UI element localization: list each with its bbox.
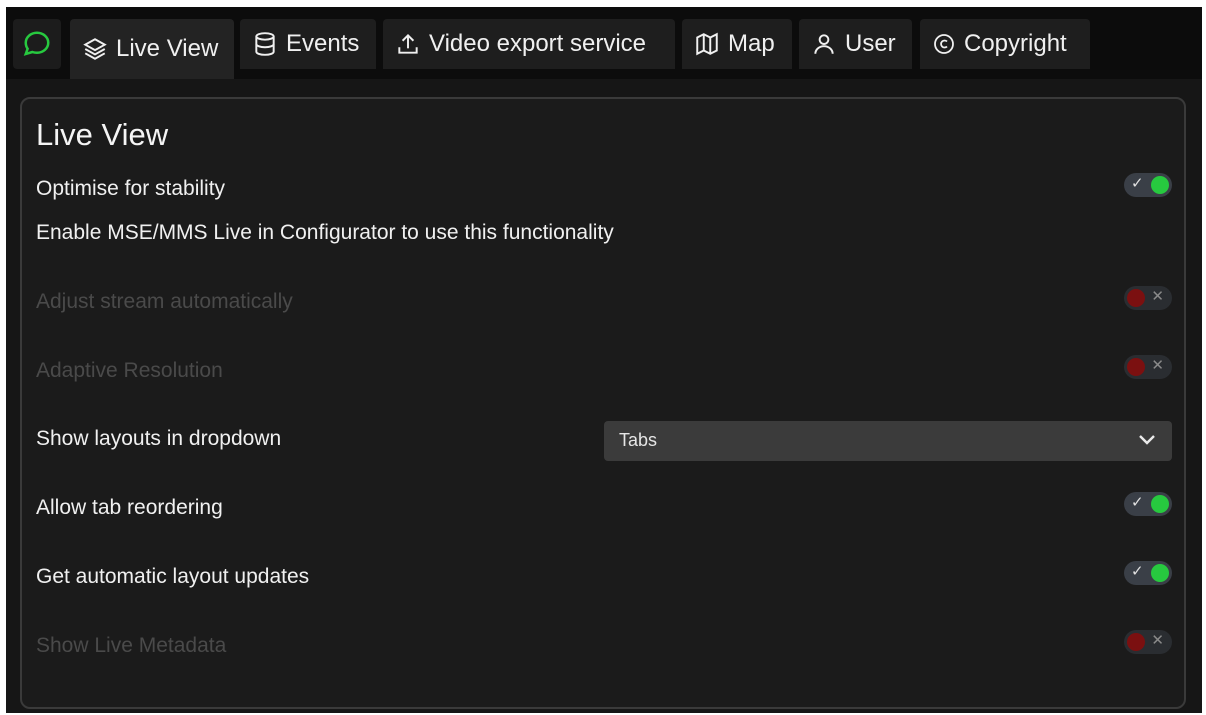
cross-icon: ✕ (1151, 288, 1164, 305)
app-window: Live View Events Video export service Ma… (6, 7, 1202, 713)
tab-map[interactable]: Map (682, 19, 792, 69)
cross-icon: ✕ (1151, 632, 1164, 649)
toggle-knob (1127, 289, 1145, 307)
tab-copyright[interactable]: Copyright (920, 19, 1090, 69)
toggle-knob (1151, 495, 1169, 513)
toggle-knob (1127, 633, 1145, 651)
layers-icon (83, 38, 107, 60)
toggle-allow-tab-reordering[interactable]: ✓ (1124, 492, 1172, 516)
map-icon (696, 32, 718, 56)
check-icon: ✓ (1131, 175, 1144, 192)
tab-label: Events (286, 30, 360, 57)
settings-panel: Live View Optimise for stability ✓ Enabl… (20, 97, 1186, 709)
chat-bubble-icon (23, 31, 50, 56)
setting-label-automatic-layout-updates: Get automatic layout updates (36, 565, 310, 588)
tab-label: User (845, 30, 896, 57)
cross-icon: ✕ (1151, 357, 1164, 374)
setting-label-adaptive-resolution: Adaptive Resolution (36, 359, 223, 382)
setting-label-allow-tab-reordering: Allow tab reordering (36, 496, 223, 519)
layouts-dropdown-select[interactable]: Tabs (604, 421, 1172, 461)
mse-mms-info-text: Enable MSE/MMS Live in Configurator to u… (36, 221, 614, 244)
tab-user[interactable]: User (799, 19, 912, 69)
toggle-adaptive-resolution[interactable]: ✕ (1124, 355, 1172, 379)
upload-icon (398, 33, 418, 54)
tab-label: Video export service (429, 30, 647, 57)
setting-label-optimise-stability: Optimise for stability (36, 177, 226, 200)
tab-label: Live View (116, 35, 219, 62)
toggle-adjust-stream[interactable]: ✕ (1124, 286, 1172, 310)
check-icon: ✓ (1131, 563, 1144, 580)
select-value: Tabs (619, 430, 658, 450)
chevron-down-icon (1139, 435, 1155, 445)
setting-label-show-live-metadata: Show Live Metadata (36, 634, 227, 657)
user-icon (814, 34, 834, 54)
tab-label: Copyright (964, 30, 1067, 57)
toggle-show-live-metadata[interactable]: ✕ (1124, 630, 1172, 654)
setting-label-show-layouts-dropdown: Show layouts in dropdown (36, 427, 282, 450)
toggle-optimise-stability[interactable]: ✓ (1124, 173, 1172, 197)
toggle-knob (1127, 358, 1145, 376)
toggle-knob (1151, 564, 1169, 582)
copyright-icon (934, 34, 954, 54)
database-icon (255, 32, 275, 56)
setting-label-adjust-stream: Adjust stream automatically (36, 290, 293, 313)
check-icon: ✓ (1131, 494, 1144, 511)
toggle-knob (1151, 176, 1169, 194)
tab-bar: Live View Events Video export service Ma… (6, 7, 1202, 79)
toggle-automatic-layout-updates[interactable]: ✓ (1124, 561, 1172, 585)
tab-label: Map (728, 30, 775, 57)
tab-events[interactable]: Events (240, 19, 376, 69)
tab-live-view[interactable]: Live View (70, 19, 234, 79)
panel-title: Live View (36, 117, 169, 152)
tab-video-export-service[interactable]: Video export service (383, 19, 675, 69)
chat-logo-button[interactable] (13, 19, 61, 69)
